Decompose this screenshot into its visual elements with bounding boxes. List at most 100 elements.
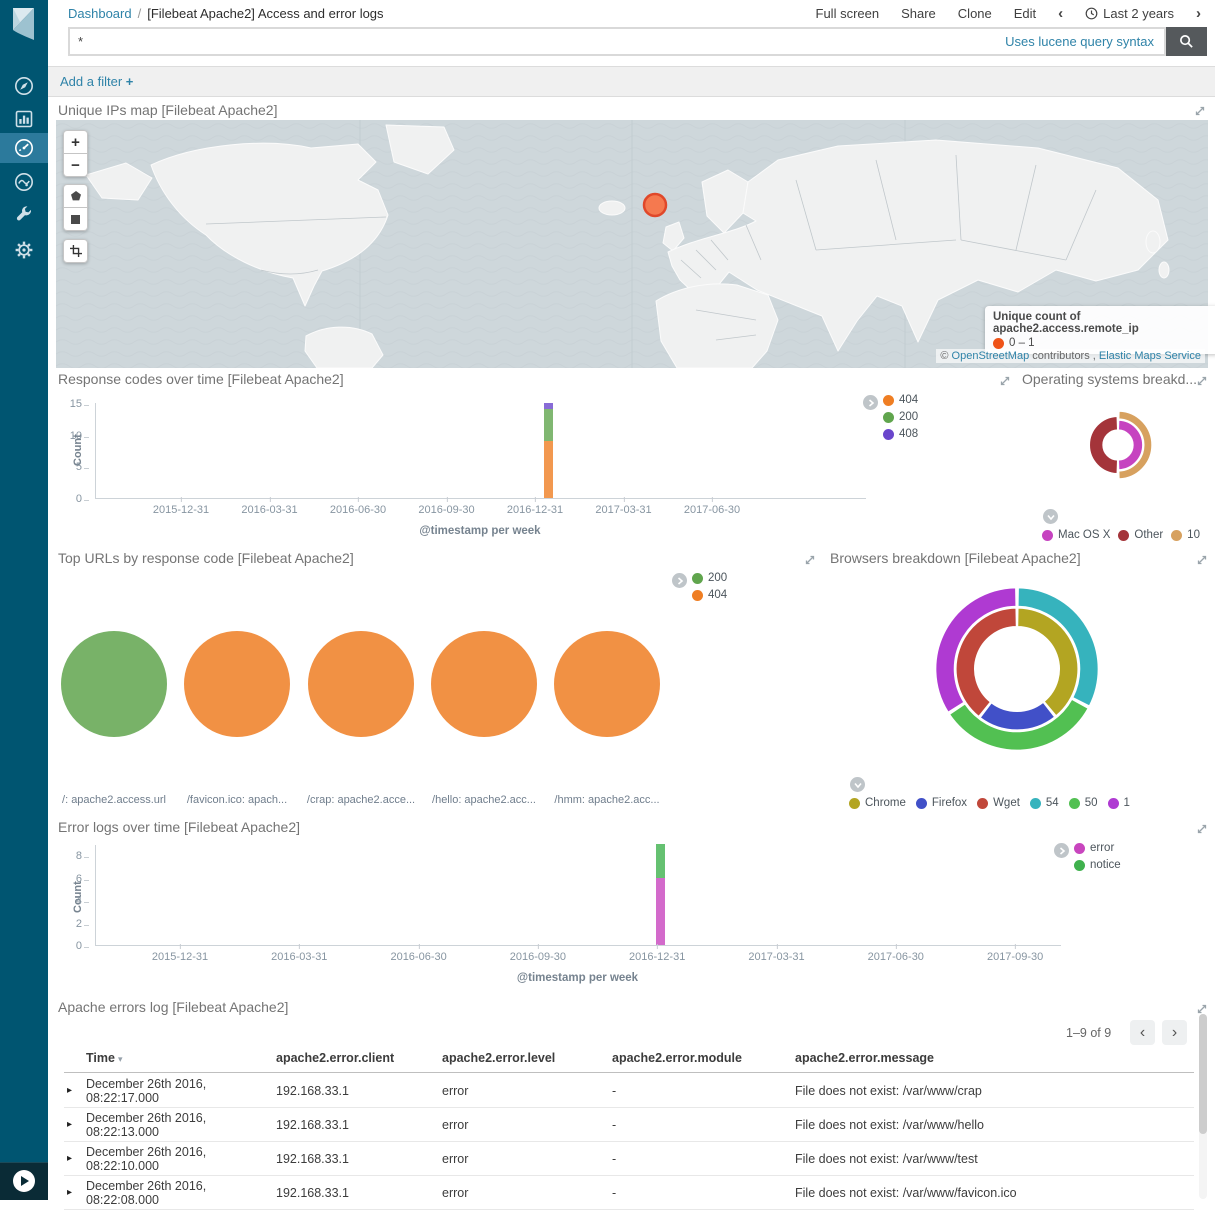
legend-item-200[interactable]: 200 bbox=[883, 411, 918, 423]
table-row[interactable]: ▸December 26th 2016, 08:22:08.000192.168… bbox=[64, 1176, 1194, 1210]
pie-label: /hello: apache2.acc... bbox=[432, 794, 536, 806]
table-row[interactable]: ▸December 26th 2016, 08:22:13.000192.168… bbox=[64, 1108, 1194, 1142]
column-header-client[interactable]: apache2.error.client bbox=[276, 1051, 442, 1065]
y-tick-label: 8 bbox=[76, 850, 82, 862]
row-expand-caret[interactable]: ▸ bbox=[64, 1119, 86, 1130]
legend-item-404[interactable]: 404 bbox=[692, 589, 727, 601]
sidebar-item-visualize[interactable] bbox=[0, 104, 48, 134]
map-draw-controls bbox=[63, 184, 88, 231]
time-forward-button[interactable]: › bbox=[1196, 6, 1201, 21]
legend-dot bbox=[692, 590, 703, 601]
top-urls-legend-toggle[interactable] bbox=[672, 573, 687, 588]
os-panel-expand-icon[interactable] bbox=[1196, 374, 1208, 386]
table-panel-expand-icon[interactable] bbox=[1196, 1002, 1208, 1014]
legend-item-50[interactable]: 50 bbox=[1069, 797, 1098, 809]
breadcrumb-dashboard-link[interactable]: Dashboard bbox=[68, 6, 132, 21]
lucene-syntax-link[interactable]: Uses lucene query syntax bbox=[1005, 34, 1154, 49]
time-picker[interactable]: Last 2 years bbox=[1085, 6, 1174, 21]
donut-segment-Other[interactable] bbox=[1090, 417, 1118, 474]
legend-item-Firefox[interactable]: Firefox bbox=[916, 797, 967, 809]
bar-segment-408[interactable] bbox=[544, 403, 553, 409]
legend-item-error[interactable]: error bbox=[1074, 842, 1121, 854]
search-input[interactable]: * Uses lucene query syntax bbox=[68, 27, 1166, 56]
y-tick-label: 10 bbox=[70, 430, 82, 442]
table-row[interactable]: ▸December 26th 2016, 08:22:17.000192.168… bbox=[64, 1074, 1194, 1108]
response-codes-legend-toggle[interactable] bbox=[863, 395, 878, 410]
table-scrollbar-thumb[interactable] bbox=[1199, 1014, 1207, 1134]
crop-icon bbox=[70, 245, 82, 257]
sidebar-item-timelion[interactable] bbox=[0, 167, 48, 197]
legend-item-1[interactable]: 1 bbox=[1108, 797, 1130, 809]
legend-item-notice[interactable]: notice bbox=[1074, 859, 1121, 871]
legend-item-Chrome[interactable]: Chrome bbox=[849, 797, 906, 809]
pie-404[interactable] bbox=[431, 631, 537, 737]
row-expand-caret[interactable]: ▸ bbox=[64, 1187, 86, 1198]
error-logs-legend-toggle[interactable] bbox=[1054, 843, 1069, 858]
bar-segment-error[interactable] bbox=[656, 878, 665, 946]
zoom-in-button[interactable]: + bbox=[63, 130, 88, 154]
y-tick-label: 0 bbox=[76, 493, 82, 505]
clone-button[interactable]: Clone bbox=[958, 6, 992, 21]
elastic-maps-link[interactable]: Elastic Maps Service bbox=[1099, 350, 1201, 362]
legend-item-Mac OS X[interactable]: Mac OS X bbox=[1042, 529, 1110, 541]
row-expand-caret[interactable]: ▸ bbox=[64, 1085, 86, 1096]
sidebar-item-dashboard[interactable] bbox=[0, 133, 48, 163]
pie-404[interactable] bbox=[554, 631, 660, 737]
fit-bounds-button[interactable] bbox=[63, 239, 88, 263]
row-expand-caret[interactable]: ▸ bbox=[64, 1153, 86, 1164]
bar-segment-notice[interactable] bbox=[656, 844, 665, 878]
pagination-next-button[interactable]: › bbox=[1162, 1020, 1187, 1045]
table-cell: 192.168.33.1 bbox=[276, 1084, 442, 1098]
zoom-out-button[interactable]: − bbox=[63, 154, 88, 177]
map-legend-title: Unique count of apache2.access.remote_ip bbox=[993, 311, 1211, 335]
legend-item-Wget[interactable]: Wget bbox=[977, 797, 1020, 809]
sidebar-item-discover[interactable] bbox=[0, 71, 48, 101]
pagination-prev-button[interactable]: ‹ bbox=[1130, 1020, 1155, 1045]
sidebar-collapse-button[interactable] bbox=[13, 1170, 35, 1192]
column-header-time[interactable]: Time▾ bbox=[86, 1051, 276, 1065]
pie-404[interactable] bbox=[308, 631, 414, 737]
bar-segment-404[interactable] bbox=[544, 441, 553, 498]
pie-200[interactable] bbox=[61, 631, 167, 737]
column-header-level[interactable]: apache2.error.level bbox=[442, 1051, 612, 1065]
column-header-message[interactable]: apache2.error.message bbox=[795, 1051, 1194, 1065]
pie-404[interactable] bbox=[184, 631, 290, 737]
full-screen-button[interactable]: Full screen bbox=[816, 6, 880, 21]
legend-item-Other[interactable]: Other bbox=[1118, 529, 1163, 541]
error-logs-expand-icon[interactable] bbox=[1196, 822, 1208, 834]
sidebar-item-devtools[interactable] bbox=[0, 200, 48, 230]
os-legend-toggle[interactable] bbox=[1043, 509, 1058, 524]
share-button[interactable]: Share bbox=[901, 6, 936, 21]
pagination-label: 1–9 of 9 bbox=[1066, 1026, 1111, 1040]
bar-stack bbox=[656, 844, 665, 945]
openstreetmap-link[interactable]: OpenStreetMap bbox=[952, 350, 1030, 362]
browsers-legend-toggle[interactable] bbox=[850, 777, 865, 792]
edit-button[interactable]: Edit bbox=[1014, 6, 1036, 21]
x-tick-label: 2016-12-31 bbox=[629, 951, 685, 963]
column-header-module[interactable]: apache2.error.module bbox=[612, 1051, 795, 1065]
sidebar bbox=[0, 0, 48, 1199]
search-button[interactable] bbox=[1166, 27, 1207, 56]
legend-item-404[interactable]: 404 bbox=[883, 394, 918, 406]
response-codes-expand-icon[interactable] bbox=[999, 374, 1011, 386]
map-marker[interactable] bbox=[644, 194, 666, 216]
bar-segment-200[interactable] bbox=[544, 409, 553, 441]
draw-polygon-button[interactable] bbox=[63, 184, 88, 208]
sidebar-item-management[interactable] bbox=[0, 235, 48, 265]
top-urls-expand-icon[interactable] bbox=[804, 553, 816, 565]
kibana-logo[interactable] bbox=[0, 0, 48, 48]
y-tick-label: 5 bbox=[76, 461, 82, 473]
map-panel-expand-icon[interactable] bbox=[1194, 104, 1206, 116]
browsers-expand-icon[interactable] bbox=[1196, 553, 1208, 565]
legend-item-10[interactable]: 10 bbox=[1171, 529, 1200, 541]
table-row[interactable]: ▸December 26th 2016, 08:22:10.000192.168… bbox=[64, 1142, 1194, 1176]
legend-item-200[interactable]: 200 bbox=[692, 572, 727, 584]
draw-rectangle-button[interactable] bbox=[63, 208, 88, 231]
add-filter-button[interactable]: Add a filter + bbox=[60, 74, 133, 89]
time-back-button[interactable]: ‹ bbox=[1058, 6, 1063, 21]
table-cell: - bbox=[612, 1084, 795, 1098]
polygon-icon bbox=[70, 190, 82, 202]
legend-item-408[interactable]: 408 bbox=[883, 428, 918, 440]
pie-label: /: apache2.access.url bbox=[62, 794, 166, 806]
legend-item-54[interactable]: 54 bbox=[1030, 797, 1059, 809]
